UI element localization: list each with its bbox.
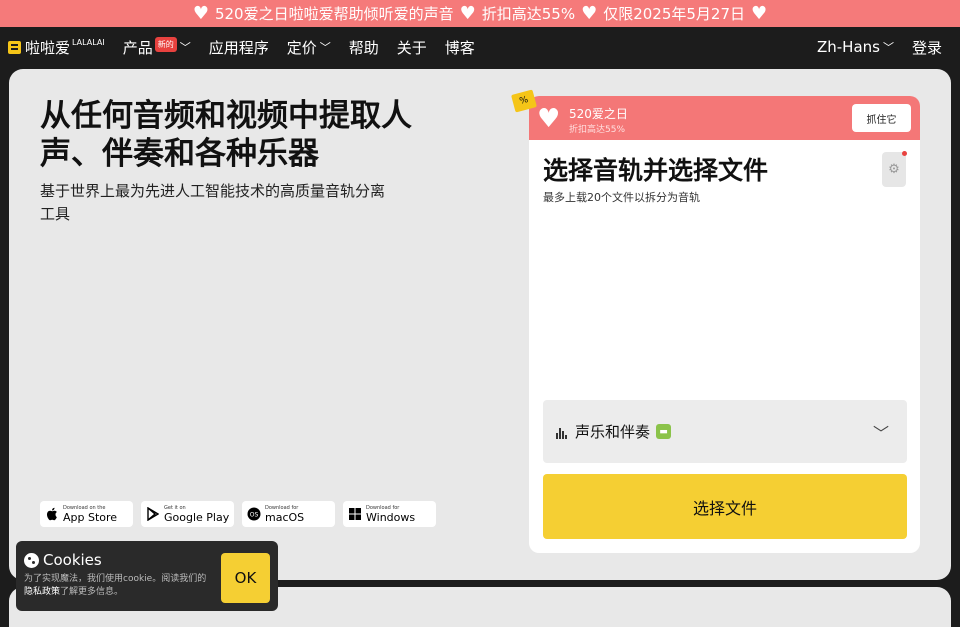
nav-label: 产品 [122,38,153,57]
nav-item-pricing[interactable]: 定价 ﹀ [287,37,331,58]
discount-tag: % [511,89,537,113]
logo-icon [8,40,21,54]
heart-icon: ♥ [751,3,768,24]
nav-right: Zh-Hans ﹀ 登录 [817,37,960,58]
app-store-badge[interactable]: Download on the App Store [40,501,133,527]
logo-subtext: LALALAI [72,37,105,47]
chevron-down-icon: ﹀ [882,41,894,54]
nav-label: 应用程序 [208,38,269,57]
gear-icon: ⚙ [888,162,900,177]
cookie-banner: Cookies 为了实现魔法，我们使用cookie。阅读我们的隐私政策了解更多信… [16,541,278,611]
store-name: Google Play [164,510,230,524]
top-nav: 啦啦爱 LALALAI 产品 新的 ﹀ 应用程序 定价 ﹀ 帮助 关于 博客 Z… [0,27,960,67]
language-selector[interactable]: Zh-Hans ﹀ [817,38,894,56]
upload-card: % ♥ 520爱之日 折扣高达55% 抓住它 选择音轨并选择文件 最多上载20个… [511,89,920,553]
cookie-text-before: 为了实现魔法，我们使用cookie。阅读我们的 [24,574,207,584]
card-promo-header: % ♥ 520爱之日 折扣高达55% 抓住它 [511,89,920,140]
settings-button[interactable]: ⚙ [882,151,907,187]
store-small-text: Download for [265,504,299,511]
card-promo-subtitle: 折扣高达55% [569,125,626,135]
choose-file-button[interactable]: 选择文件 [543,474,907,539]
apple-icon [45,507,59,521]
play-icon [146,507,160,521]
store-name: Windows [366,510,416,524]
hero-section: 从任何音频和视频中提取人声、伴奏和各种乐器 基于世界上最为先进人工智能技术的高质… [9,69,951,580]
chevron-down-icon: ﹀ [872,423,889,443]
windows-badge[interactable]: Download for Windows [343,501,436,527]
store-small-text: Download on the [63,504,106,511]
heart-icon: ♥ [537,104,561,134]
card-promo-title: 520爱之日 [569,107,628,121]
nav-item-products[interactable]: 产品 新的 ﹀ [122,36,191,58]
privacy-policy-link[interactable]: 隐私政策 [24,587,60,597]
google-play-badge[interactable]: Get it on Google Play [141,501,234,527]
nav-label: 帮助 [348,38,379,57]
nav-label: 博客 [444,38,475,57]
notification-dot [902,151,907,156]
heart-icon: ♥ [192,3,209,24]
login-link[interactable]: 登录 [912,37,942,58]
nav-label: 关于 [396,38,427,57]
nav-item-about[interactable]: 关于 [397,37,427,58]
chat-icon: ▬ [656,424,672,439]
promo-text: 520爱之日啦啦爱帮助倾听爱的声音 [214,5,454,23]
promo-deadline: 仅限2025年5月27日 [603,5,746,23]
waveform-icon [556,425,570,439]
nav-item-help[interactable]: 帮助 [349,37,379,58]
macos-icon: OS [247,507,261,521]
hero-title: 从任何音频和视频中提取人声、伴奏和各种乐器 [40,98,412,172]
store-name: App Store [63,510,118,524]
logo-text: 啦啦爱 [25,38,71,57]
stem-type-label: 声乐和伴奏 [575,423,651,441]
promo-banner[interactable]: ♥ 520爱之日啦啦爱帮助倾听爱的声音 ♥ 折扣高达55% ♥ 仅限2025年5… [0,0,960,27]
svg-text:OS: OS [250,512,259,519]
nav-label: 定价 [286,38,317,57]
card-subtitle: 最多上载20个文件以拆分为音轨 [543,191,700,204]
cookie-icon [24,552,39,568]
store-name: macOS [265,510,305,524]
cookie-ok-button[interactable]: OK [221,553,270,603]
heart-icon: ♥ [459,3,476,24]
chevron-down-icon: ﹀ [179,41,191,54]
nav-item-blog[interactable]: 博客 [445,37,475,58]
store-small-text: Get it on [164,504,186,511]
login-label: 登录 [911,38,942,57]
store-small-text: Download for [366,504,400,511]
macos-badge[interactable]: OS Download for macOS [242,501,335,527]
stem-type-select[interactable]: 声乐和伴奏 ▬ ﹀ [543,400,907,463]
cookie-text-after: 了解更多信息。 [60,587,124,597]
logo[interactable]: 啦啦爱 LALALAI [8,37,105,58]
store-badges: Download on the App Store Get it on Goog… [40,501,436,527]
language-label: Zh-Hans [816,38,880,56]
promo-discount: 折扣高达55% [481,5,576,23]
cookie-title-text: Cookies [43,551,102,569]
windows-icon [348,507,362,521]
nav-item-apps[interactable]: 应用程序 [209,37,269,58]
card-title: 选择音轨并选择文件 [543,156,769,185]
chevron-down-icon: ﹀ [319,41,331,54]
hero-subtitle: 基于世界上最为先进人工智能技术的高质量音轨分离工具 [40,182,386,223]
new-badge: 新的 [154,36,177,52]
cookie-text: 为了实现魔法，我们使用cookie。阅读我们的隐私政策了解更多信息。 [24,573,212,599]
grab-deal-button[interactable]: 抓住它 [852,104,911,132]
cookie-title: Cookies [24,551,102,569]
heart-icon: ♥ [581,3,598,24]
